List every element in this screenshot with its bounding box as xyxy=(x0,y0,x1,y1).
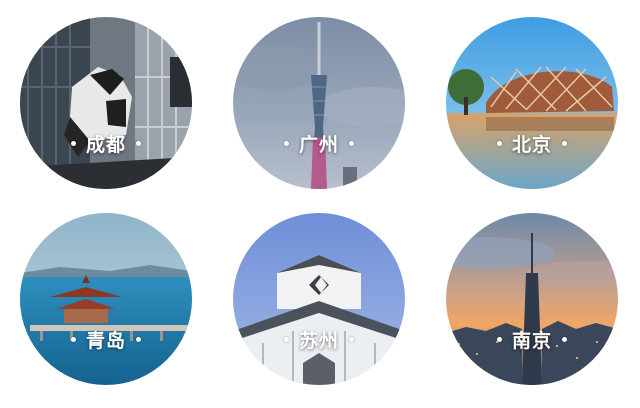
bullet-dot-icon xyxy=(496,336,502,342)
bullet-dot-icon xyxy=(70,336,76,342)
bullet-dot-icon xyxy=(136,336,141,342)
city-name-label: 北京 xyxy=(511,133,552,156)
nanjing-skyline-tower-image xyxy=(446,213,618,385)
bullet-dot-icon xyxy=(349,336,354,342)
city-tile-chengdu[interactable]: 成都 xyxy=(20,17,192,189)
bullet-dot-icon xyxy=(562,336,567,342)
chengdu-panda-building-image xyxy=(20,17,192,189)
city-tile-nanjing[interactable]: 南京 xyxy=(446,213,618,385)
city-name-label: 成都 xyxy=(85,133,126,156)
city-caption: 广州 xyxy=(233,127,405,159)
city-caption: 北京 xyxy=(446,127,618,159)
city-grid: 成都 广州 北京 青岛 苏州 南京 xyxy=(0,0,640,408)
bullet-dot-icon xyxy=(283,336,289,342)
city-name-label: 南京 xyxy=(511,329,552,352)
beijing-birds-nest-stadium-image xyxy=(446,17,618,189)
city-caption: 成都 xyxy=(20,127,192,159)
city-tile-beijing[interactable]: 北京 xyxy=(446,17,618,189)
qingdao-pier-pavilion-image xyxy=(20,213,192,385)
city-tile-qingdao[interactable]: 青岛 xyxy=(20,213,192,385)
city-name-label: 苏州 xyxy=(298,329,339,352)
bullet-dot-icon xyxy=(70,140,76,146)
suzhou-museum-image xyxy=(233,213,405,385)
city-caption: 南京 xyxy=(446,323,618,355)
bullet-dot-icon xyxy=(562,140,567,146)
city-caption: 苏州 xyxy=(233,323,405,355)
bullet-dot-icon xyxy=(283,140,289,146)
city-name-label: 青岛 xyxy=(85,329,126,352)
bullet-dot-icon xyxy=(496,140,502,146)
city-caption: 青岛 xyxy=(20,323,192,355)
guangzhou-canton-tower-image xyxy=(233,17,405,189)
city-tile-suzhou[interactable]: 苏州 xyxy=(233,213,405,385)
bullet-dot-icon xyxy=(349,140,354,146)
city-tile-guangzhou[interactable]: 广州 xyxy=(233,17,405,189)
bullet-dot-icon xyxy=(136,140,141,146)
city-name-label: 广州 xyxy=(298,133,339,156)
